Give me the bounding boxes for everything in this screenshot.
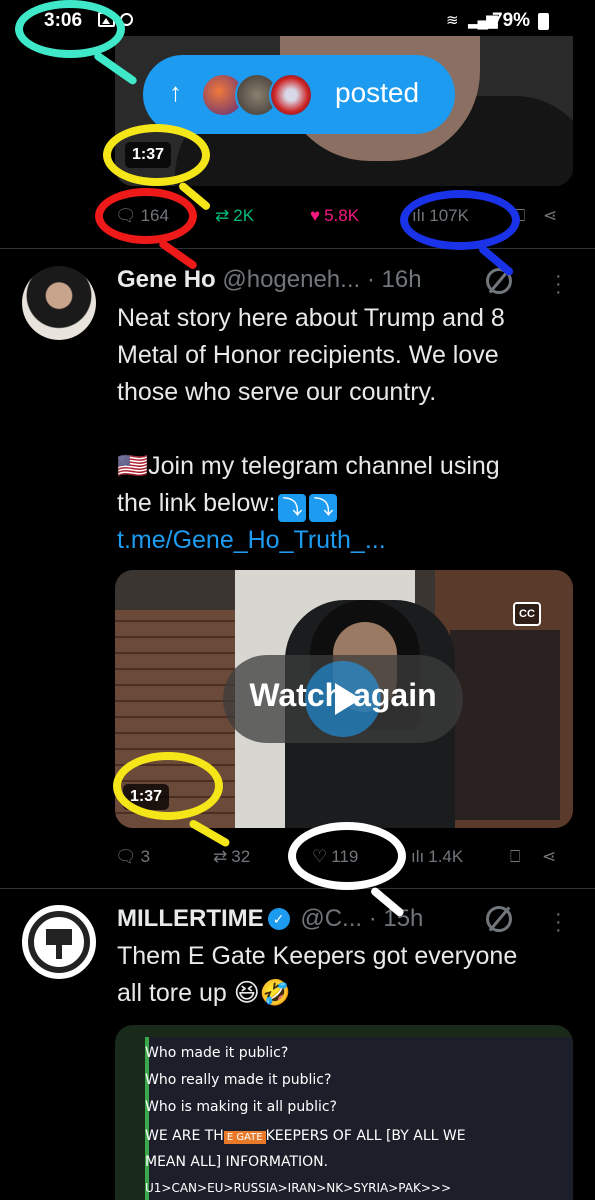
annotation-circle [400,190,520,250]
telegram-link[interactable]: t.me/Gene_Ho_Truth_... [117,522,567,559]
bookmark-button[interactable]: ⎕ [510,847,520,867]
video-screen [145,1037,573,1200]
grok-icon[interactable] [486,906,512,932]
share-icon: ⋖ [543,206,558,225]
share-button[interactable]: ⋖ [542,847,556,867]
video-thumbnail[interactable]: Who made it public? Who really made it p… [115,1025,573,1200]
views-icon: ılı [411,847,425,866]
more-options-icon[interactable]: · · · [555,904,562,940]
screen-text-line: U1>CAN>EU>RUSSIA>IRAN>NK>SYRIA>PAK>>> [145,1181,451,1195]
author-handle[interactable]: @hogeneh... [222,266,360,293]
annotation-circle [288,822,406,890]
posted-label: posted [335,77,420,108]
author-name[interactable]: MILLERTIME [117,905,264,932]
tweet-text: Them E Gate Keepers got everyone all tor… [117,942,518,1007]
annotation-circle [113,752,223,820]
repost-icon: ⇄ [215,206,230,225]
tweet-time: · 16h [366,266,422,293]
watch-again-button[interactable]: Watch again [223,655,463,743]
views-button[interactable]: ılı 1.4K [411,847,463,867]
author-name[interactable]: Gene Ho [117,266,216,293]
battery-icon [538,13,549,30]
bookmark-icon: ⎕ [510,847,521,866]
screen-text-line: Who really made it public? [145,1072,332,1088]
arrow-up-icon: ↑ [169,77,182,107]
screen-text-line: WE ARE TH E GATE KEEPERS OF ALL [BY ALL WE [145,1128,466,1144]
repost-button[interactable]: ⇄ 2K [215,206,254,226]
like-button[interactable]: ♥ 5.8K [310,206,359,226]
captions-button[interactable]: CC [513,602,541,626]
battery-percent: 79% [492,10,531,31]
repost-button[interactable]: ⇄ 32 [213,847,250,867]
divider [0,248,595,249]
wifi-icon: ≋ [446,12,459,29]
reply-button[interactable]: 🗨︎ 3 [115,847,150,867]
watch-again-label: Watch again [249,677,437,713]
share-button[interactable]: ⋖ [543,206,557,226]
arrow-down-icon: ⤵ [309,494,338,522]
avatar [269,73,313,117]
screen-text-line: Who made it public? [145,1045,289,1061]
new-posts-pill[interactable]: ↑ posted [143,55,455,134]
author-handle[interactable]: @C... [300,905,362,932]
divider [0,888,595,889]
reply-icon: 🗨︎ [115,847,137,866]
more-options-icon[interactable]: · · · [555,266,562,302]
heart-icon: ♥ [310,206,321,225]
screen-text-line: Who is making it all public? [145,1099,337,1115]
annotation-circle [95,188,197,244]
screen-text-line: MEAN ALL] INFORMATION. [145,1154,329,1170]
avatar[interactable] [22,266,96,340]
share-icon: ⋖ [542,847,557,866]
annotation-circle [15,0,125,58]
avatar[interactable] [22,905,96,979]
e-gate-label: E GATE [223,1131,266,1144]
hammer-handle [56,943,62,959]
tweet-text: Neat story here about Trump and 8 Metal … [117,300,567,559]
tweet-header: Gene Ho @hogeneh... · 16h [117,266,422,294]
tweet-header: MILLERTIME ✓ @C... · 15h [117,905,423,933]
repost-icon: ⇄ [213,847,228,866]
video-background-shelf [450,630,560,820]
arrow-down-icon: ⤵ [278,494,307,522]
verified-badge-icon: ✓ [267,908,290,930]
annotation-circle [103,124,210,186]
